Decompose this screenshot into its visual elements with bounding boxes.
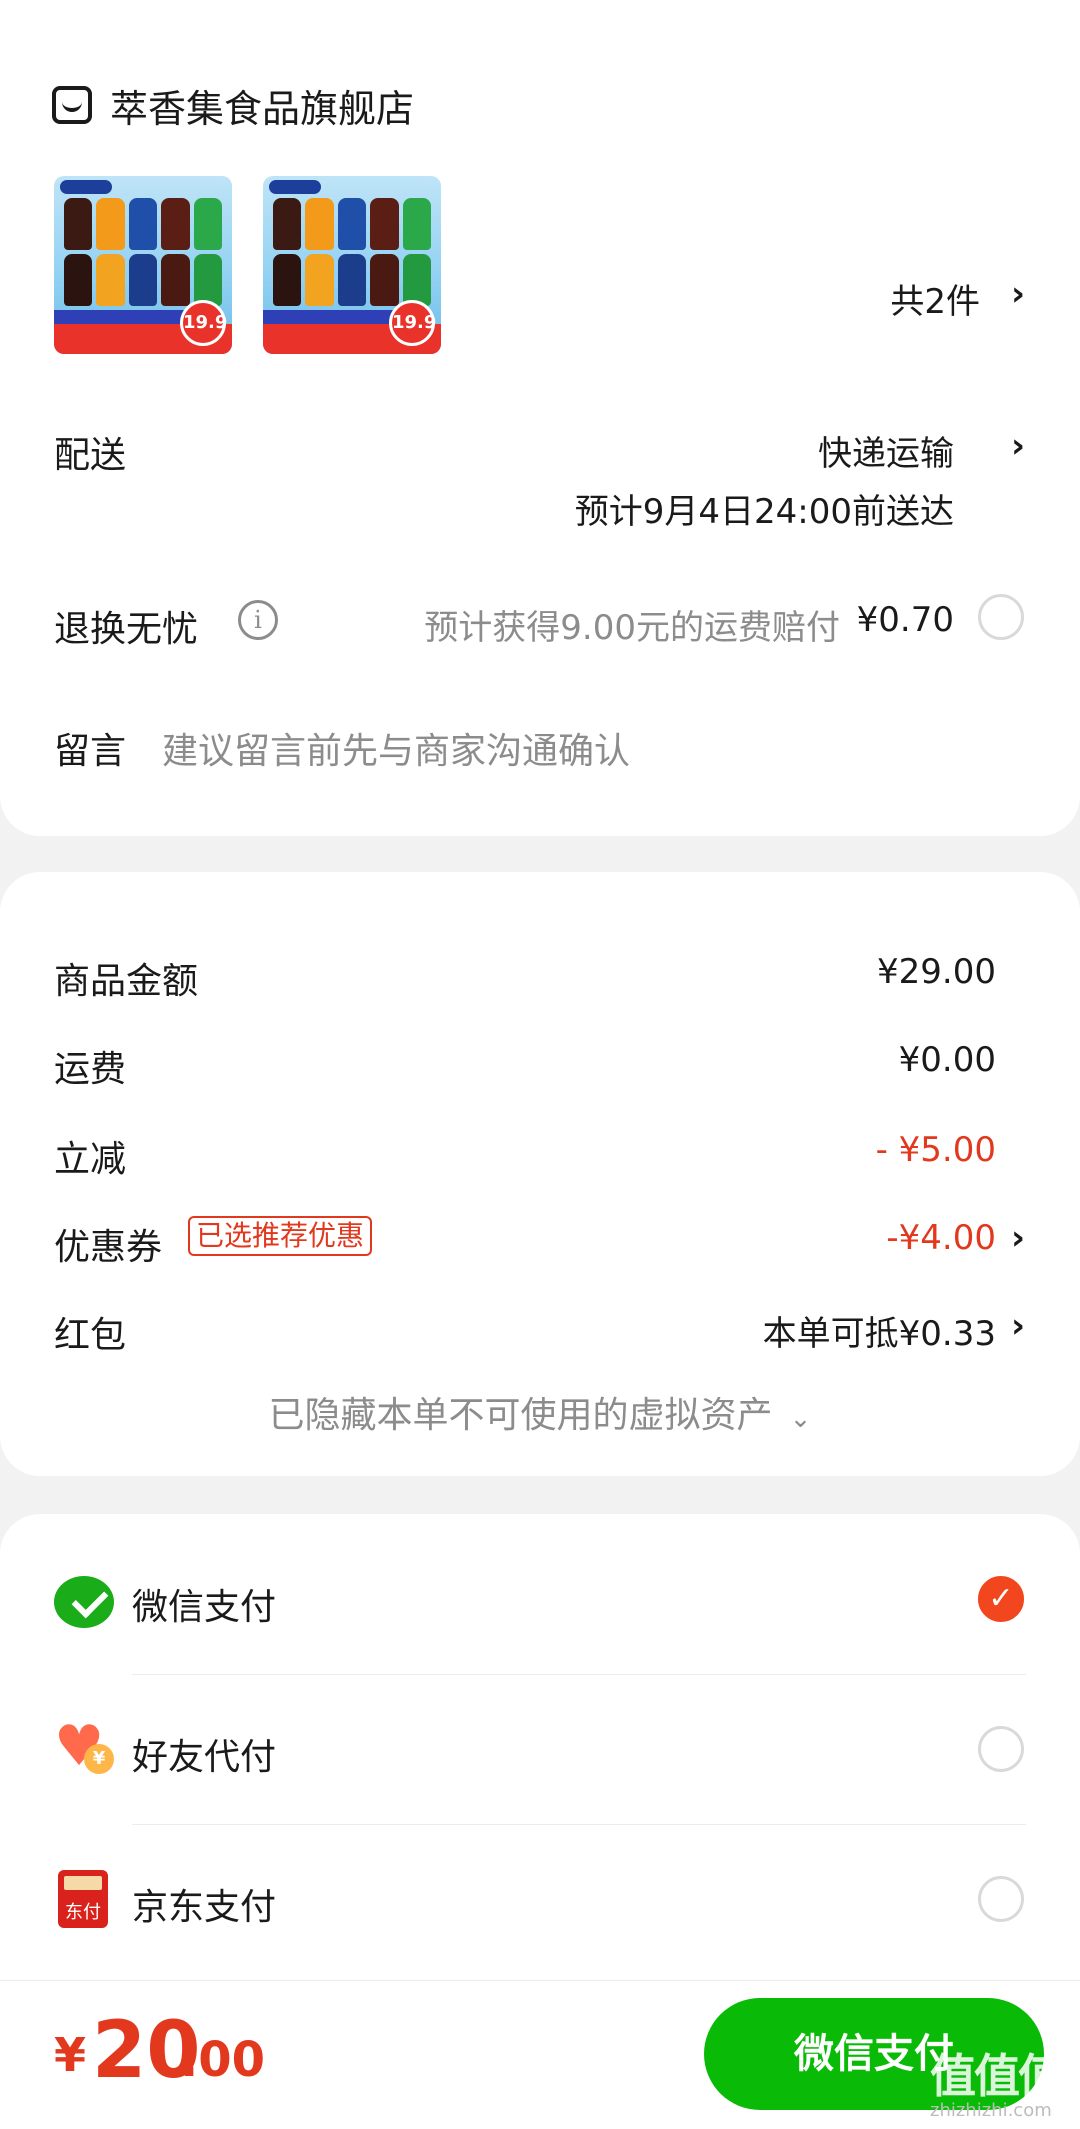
chevron-right-icon[interactable]: › [1006, 1306, 1030, 1346]
chevron-right-icon[interactable]: › [1006, 426, 1030, 466]
payment-radio-jd[interactable] [978, 1876, 1024, 1922]
store-icon [52, 86, 92, 124]
chevron-right-icon[interactable]: › [1006, 274, 1030, 314]
product-thumbnail-1[interactable]: 19.9 [54, 176, 232, 354]
price-bubble: 19.9 [389, 300, 436, 346]
product-image [273, 198, 431, 306]
brand-logo-icon [60, 180, 112, 194]
return-insurance-description: 预计获得9.00元的运费赔付 [424, 608, 840, 648]
message-input[interactable]: 建议留言前先与商家沟通确认 [162, 722, 630, 774]
goods-amount-value: ¥29.00 [877, 952, 996, 992]
shipping-label: 运费 [54, 1049, 127, 1090]
payment-radio-wechat[interactable]: ✓ [978, 1576, 1024, 1622]
redpacket-value[interactable]: 本单可抵¥0.33 [600, 1306, 996, 1355]
price-bubble: 19.9 [180, 300, 227, 346]
delivery-label: 配送 [54, 435, 127, 476]
item-count[interactable]: 共2件 [820, 274, 980, 323]
chevron-right-icon[interactable]: › [1006, 1218, 1030, 1258]
promo-banner [263, 310, 395, 324]
delivery-eta: 预计9月4日24:00前送达 [574, 492, 954, 532]
hidden-assets-text: 已隐藏本单不可使用的虚拟资产 [268, 1395, 773, 1436]
promo-banner [54, 310, 186, 324]
wechat-pay-icon [54, 1576, 114, 1628]
return-insurance-radio[interactable] [978, 594, 1024, 640]
divider [132, 1674, 1026, 1675]
return-insurance-price: ¥0.70 [856, 600, 954, 640]
product-thumbnail-2[interactable]: 19.9 [263, 176, 441, 354]
total-decimal: .00 [180, 2032, 266, 2088]
store-name[interactable]: 萃香集食品旗舰店 [110, 78, 414, 133]
watermark: 值值值 [930, 2049, 1064, 2103]
hidden-assets-toggle[interactable]: 已隐藏本单不可使用的虚拟资产 ⌄ [0, 1386, 1080, 1438]
divider [132, 1824, 1026, 1825]
delivery-method[interactable]: 快递运输 [600, 426, 954, 475]
coupon-value[interactable]: -¥4.00 [700, 1218, 996, 1258]
chevron-down-icon: ⌄ [789, 1404, 812, 1434]
shipping-value: ¥0.00 [898, 1040, 996, 1080]
jd-pay-icon: 东付 [58, 1870, 108, 1928]
payment-option-label: 微信支付 [132, 1587, 277, 1628]
discount-value: - ¥5.00 [875, 1130, 996, 1170]
payment-radio-friend[interactable] [978, 1726, 1024, 1772]
coupon-badge: 已选推荐优惠 [188, 1216, 373, 1256]
brand-logo-icon [269, 180, 321, 194]
product-image [64, 198, 222, 306]
total-currency: ¥ [54, 2028, 87, 2082]
goods-amount-label: 商品金额 [54, 961, 199, 1002]
message-label: 留言 [54, 731, 127, 772]
discount-label: 立减 [54, 1139, 127, 1180]
payment-option-label: 京东支付 [132, 1887, 277, 1928]
payment-option-label: 好友代付 [132, 1737, 277, 1778]
watermark-url: zhizhizhi.com [930, 2100, 1052, 2121]
coupon-label: 优惠券 [54, 1227, 163, 1268]
coin-icon: ¥ [84, 1744, 114, 1774]
info-icon[interactable]: i [238, 600, 278, 640]
return-insurance-label: 退换无忧 [54, 609, 199, 650]
redpacket-label: 红包 [54, 1315, 127, 1356]
